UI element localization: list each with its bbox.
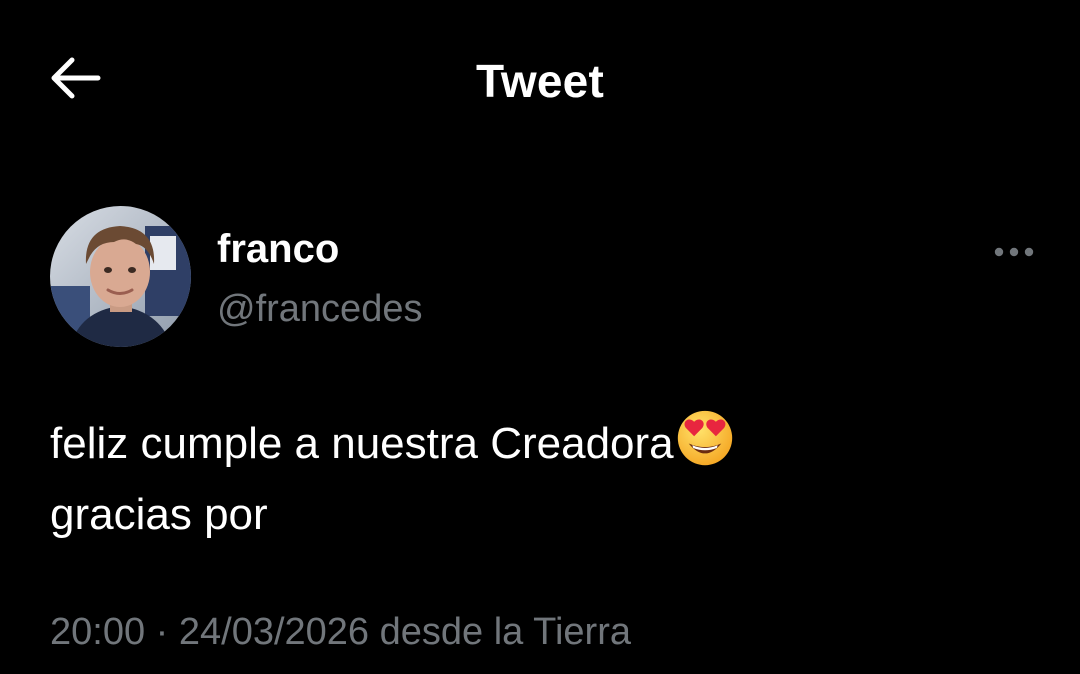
profile-photo: [50, 206, 191, 347]
smiling-face-with-heart-eyes-emoji: [677, 410, 732, 466]
tweet-source: desde la Tierra: [379, 611, 631, 653]
page-title: Tweet: [476, 55, 604, 107]
tweet-author: franco @francedes: [0, 200, 1080, 350]
tweet-date: 24/03/2026: [178, 611, 370, 653]
top-bar: Tweet: [0, 0, 1080, 160]
more-horizontal-icon: [994, 247, 1034, 257]
tweet-time: 20:00: [50, 611, 146, 653]
author-name[interactable]: franco: [217, 227, 339, 272]
author-handle[interactable]: @francedes: [217, 288, 422, 331]
tweet-line-2: gracias por: [50, 490, 268, 539]
more-options-button[interactable]: [988, 230, 1040, 274]
tweet-metadata: 20:00 · 24/03/2026 desde la Tierra: [50, 611, 631, 654]
avatar[interactable]: [50, 206, 191, 347]
tweet-line-1: feliz cumple a nuestra Creadora: [50, 419, 674, 468]
meta-separator: ·: [155, 611, 169, 653]
tweet-body: feliz cumple a nuestra Creadora gracias …: [50, 408, 1040, 550]
